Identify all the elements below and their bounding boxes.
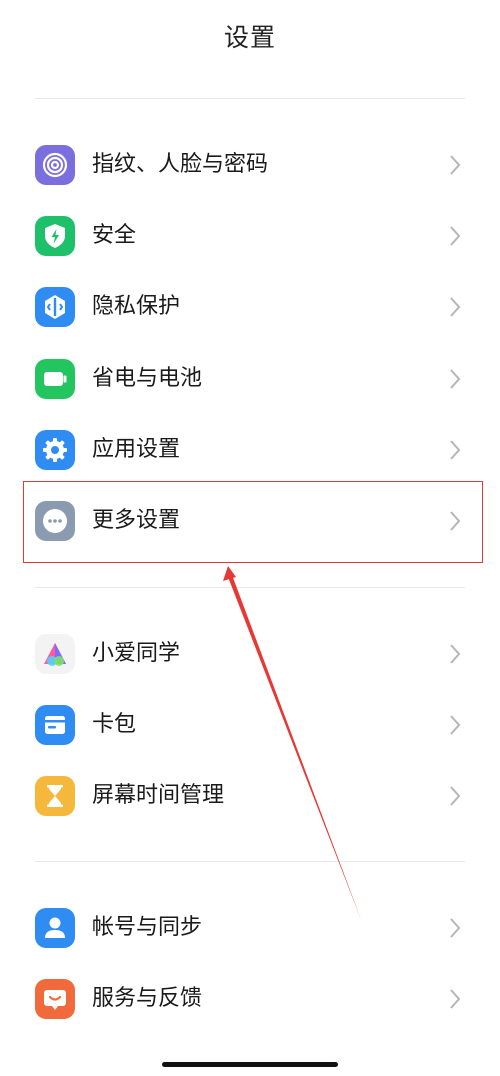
annotation-arrow (223, 566, 362, 922)
home-indicator[interactable] (162, 1062, 338, 1067)
